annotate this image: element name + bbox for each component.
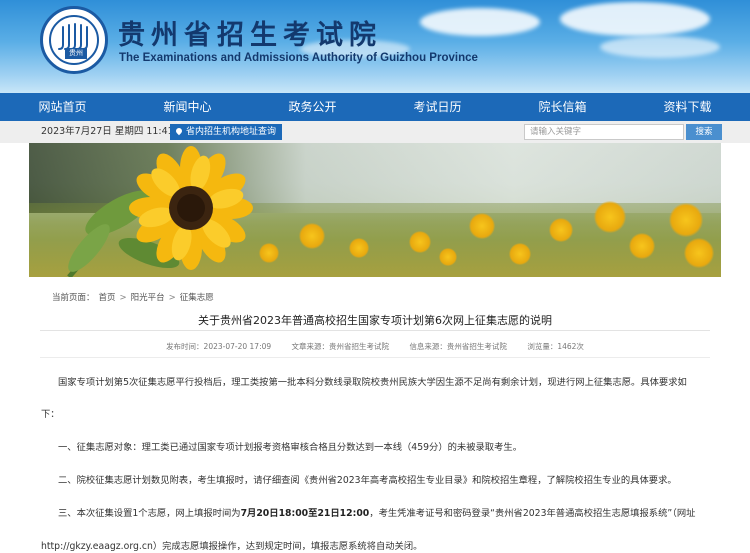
cloud-decoration [560, 2, 710, 36]
agency-address-query-button[interactable]: 省内招生机构地址查询 [170, 124, 283, 140]
sunflower-icon [67, 146, 253, 277]
site-logo[interactable]: 贵州 [40, 6, 108, 74]
site-subtitle: The Examinations and Admissions Authorit… [119, 52, 478, 64]
info-source: 信息来源：贵州省招生考试院 [409, 342, 507, 351]
main-nav: 网站首页 新闻中心 政务公开 考试日历 院长信箱 资料下载 [0, 93, 750, 121]
cloud-decoration [420, 8, 540, 36]
publish-time: 发布时间：2023-07-20 17:09 [166, 342, 272, 351]
article-paragraph: 国家专项计划第5次征集志愿平行投档后，理工类按第一批本科分数线录取院校贵州民族大… [58, 377, 687, 388]
breadcrumb-current[interactable]: 征集志愿 [180, 293, 214, 303]
nav-item-news[interactable]: 新闻中心 [125, 93, 250, 121]
article-item-2: 二、院校征集志愿计划数见附表，考生填报时，请仔细查阅《贵州省2023年高考高校招… [58, 475, 677, 486]
search-button[interactable]: 搜索 [686, 124, 722, 140]
sunflower-banner-image [29, 143, 721, 277]
article-item-3-line2: http://gkzy.eaagz.org.cn）完成志愿填报操作，达到规定时间… [41, 541, 423, 552]
title-divider [40, 330, 710, 331]
item3-text: 三、本次征集设置1个志愿，网上填报时间为 [58, 508, 241, 519]
site-header: 贵州 贵州省招生考试院 The Examinations and Admissi… [0, 0, 750, 93]
breadcrumb-sunshine[interactable]: 阳光平台 [131, 293, 165, 303]
nav-item-affairs[interactable]: 政务公开 [250, 93, 375, 121]
current-date: 2023年7月27日 星期四 11:41:34 [41, 126, 190, 137]
cloud-decoration [600, 36, 720, 58]
article-source: 文章来源：贵州省招生考试院 [291, 342, 390, 351]
item3-text-cont: ，考生凭准考证号和密码登录“贵州省2023年普通高校招生志愿填报系统”（网址 [369, 508, 696, 519]
nav-item-exam-calendar[interactable]: 考试日历 [375, 93, 500, 121]
breadcrumb-separator: > [168, 293, 176, 303]
article-title: 关于贵州省2023年普通高校招生国家专项计划第6次网上征集志愿的说明 [198, 314, 552, 327]
site-title: 贵州省招生考试院 [118, 20, 382, 51]
item3-deadline: 7月20日18:00至21日12:00 [240, 508, 370, 519]
view-count: 浏览量：1462次 [527, 342, 584, 351]
nav-item-downloads[interactable]: 资料下载 [625, 93, 750, 121]
breadcrumb-prefix: 当前页面： [52, 293, 95, 303]
breadcrumb-separator: > [119, 293, 127, 303]
logo-tag: 贵州 [65, 48, 87, 59]
article-item-1: 一、征集志愿对象：理工类已通过国家专项计划报考资格审核合格且分数达到一本线（45… [58, 442, 522, 453]
location-pin-icon [174, 126, 184, 136]
search-input[interactable] [524, 124, 684, 140]
nav-item-mailbox[interactable]: 院长信箱 [500, 93, 625, 121]
meta-divider [40, 357, 710, 358]
breadcrumb: 当前页面： 首页 > 阳光平台 > 征集志愿 [52, 291, 218, 303]
breadcrumb-home[interactable]: 首页 [99, 293, 116, 303]
nav-item-home[interactable]: 网站首页 [0, 93, 125, 121]
article-paragraph: 下： [41, 409, 60, 420]
article-item-3: 三、本次征集设置1个志愿，网上填报时间为7月20日18:00至21日12:00，… [58, 505, 695, 519]
article-meta: 发布时间：2023-07-20 17:09 文章来源：贵州省招生考试院 信息来源… [0, 341, 750, 352]
info-bar: 2023年7月27日 星期四 11:41:34 省内招生机构地址查询 搜索 [0, 121, 750, 143]
query-button-label: 省内招生机构地址查询 [186, 127, 277, 137]
